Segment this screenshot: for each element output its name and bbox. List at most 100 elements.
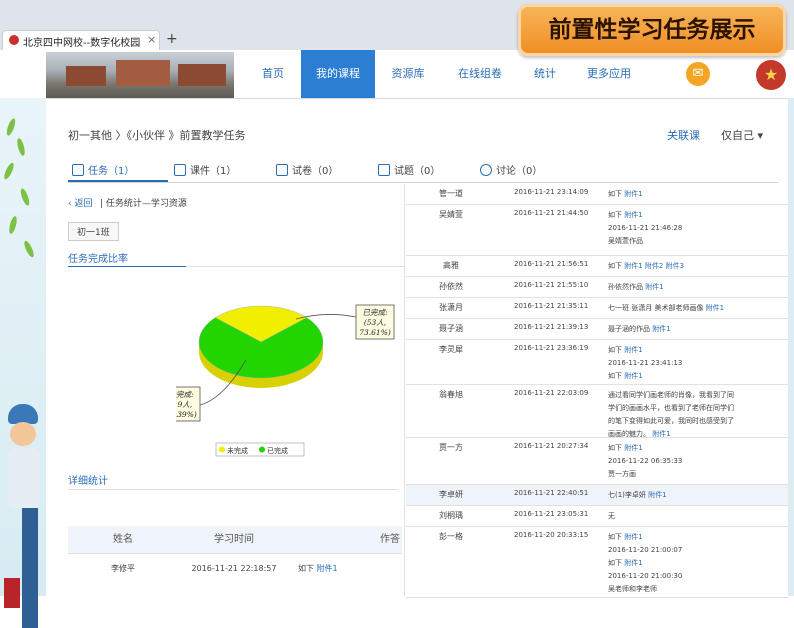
student-name: 李卓妍 [439, 490, 463, 499]
tab-questions[interactable]: 试题（0） [378, 162, 440, 177]
submit-time: 2016-11-21 22:03:09 [514, 389, 589, 397]
submission-line: 无 [608, 510, 734, 523]
submit-time: 2016-11-21 23:05:31 [514, 510, 589, 518]
message-icon[interactable]: ✉ [686, 62, 710, 86]
submission-text: 通过看同学们画老师的肖像，我看到了同学们的画画水平，也看到了老师在同学们的笔下变… [608, 391, 734, 438]
submission-text: 2016-11-22 06:35:33 [608, 457, 683, 465]
submission-text: 七一班 张潇月 美术部老师画像 [608, 304, 706, 312]
photo-building [178, 64, 226, 86]
student-name: 聂子涵 [439, 324, 463, 333]
willow-leaf [19, 187, 31, 207]
student-name: 管一道 [439, 189, 463, 198]
attachment-link[interactable]: 附件1 [652, 430, 670, 438]
right-decoration [788, 98, 794, 596]
attachment-link[interactable]: 附件1 [624, 533, 642, 541]
related-course-link[interactable]: 关联课 [667, 127, 700, 143]
cell-time: 2016-11-21 22:18:57 [191, 564, 277, 573]
attachment-link[interactable]: 附件1 [624, 211, 642, 219]
cell-answer: 如下 附件1 [290, 554, 402, 584]
attachment-link[interactable]: 附件1 [624, 559, 642, 567]
submission-line: 如下 附件1 [608, 531, 734, 544]
tab-label: 任务（1） [88, 166, 135, 177]
tab-label: 试卷（0） [292, 166, 339, 177]
tab-discussion[interactable]: 讨论（0） [480, 162, 542, 177]
submit-time: 2016-11-21 21:35:11 [514, 302, 589, 310]
class-filter-chip[interactable]: 初一1班 [68, 222, 119, 241]
attachment-link[interactable]: 附件1 [648, 491, 666, 499]
submission-text: 如下 [608, 559, 625, 567]
tab-courseware[interactable]: 课件（1） [174, 162, 236, 177]
student-name: 高雅 [443, 261, 459, 270]
submission-text: 聂子涵的作品 [608, 325, 653, 333]
student-name: 吴婧萱 [439, 210, 463, 219]
submission-content: 如下 附件1 [608, 188, 734, 201]
table-row: 聂子涵 2016-11-21 21:39:13 聂子涵的作品 附件1 [406, 319, 788, 340]
nav-resources[interactable]: 资源库 [386, 50, 430, 98]
detail-table: 姓名 学习时间 作答 李修平 2016-11-21 22:18:57 如下 附件… [68, 526, 402, 584]
header-time: 学习时间 [214, 534, 254, 545]
submission-text: 如下 [608, 444, 625, 452]
attachment-link[interactable]: 附件1 附件2 附件3 [624, 262, 684, 270]
student-name: 贾一方 [439, 443, 463, 452]
complete-label-text: (53人, [364, 318, 386, 327]
submission-line: 如下 附件1 [608, 209, 734, 222]
cell-name: 李修平 [111, 564, 135, 573]
student-name: 翁春旭 [439, 390, 463, 399]
submit-time: 2016-11-21 22:40:51 [514, 489, 589, 497]
nav-my-courses[interactable]: 我的课程 [301, 50, 375, 98]
nav-online-paper[interactable]: 在线组卷 [452, 50, 508, 98]
tab-paper[interactable]: 试卷（0） [276, 162, 338, 177]
submit-time: 2016-11-20 20:33:15 [514, 531, 589, 539]
completion-pie-chart: 已完成:(53人,73.61%) 未完成:(19人,26.39%) 未完成 已完成 [176, 304, 395, 457]
submission-content: 七(1)李卓妍 附件1 [608, 489, 734, 502]
avatar[interactable]: ★ [756, 60, 786, 90]
section-underline [68, 266, 186, 267]
attachment-link[interactable]: 附件1 [624, 346, 642, 354]
willow-leaf [7, 215, 19, 235]
submission-text: 2016-11-21 21:46:28 [608, 224, 683, 232]
attachment-link[interactable]: 附件1 [652, 325, 670, 333]
visibility-dropdown[interactable]: 仅自己 ▾ [721, 127, 763, 143]
attachment-link[interactable]: 附件1 [645, 283, 663, 291]
detail-stats-title: 详细统计 [68, 476, 108, 487]
submit-time: 2016-11-21 21:39:13 [514, 323, 589, 331]
close-tab-icon[interactable]: × [147, 33, 156, 46]
student-name: 张潇月 [439, 303, 463, 312]
browser-tab[interactable]: 北京四中网校--数字化校园 × [2, 30, 160, 50]
cartoon-boy-legs [22, 508, 38, 628]
nav-more-apps[interactable]: 更多应用 [586, 50, 632, 98]
table-row: 贾一方 2016-11-21 20:27:34 如下 附件1 2016-11-22 0… [406, 438, 788, 485]
submission-line: 七一班 张潇月 美术部老师画像 附件1 [608, 302, 734, 315]
attachment-link[interactable]: 附件1 [624, 372, 642, 380]
submission-text: 无 [608, 512, 615, 520]
school-photo [46, 52, 234, 98]
submission-text: 如下 [608, 533, 625, 541]
photo-building [116, 60, 170, 86]
nav-home[interactable]: 首页 [252, 50, 294, 98]
submission-line: 孙依然作品 附件1 [608, 281, 734, 294]
submission-text: 如下 [608, 372, 625, 380]
tab-label: 讨论（0） [496, 166, 543, 177]
submit-time: 2016-11-21 20:27:34 [514, 442, 589, 450]
table-row: 李灵犀 2016-11-21 23:36:19 如下 附件1 2016-11-21 2… [406, 340, 788, 385]
submit-time: 2016-11-21 23:36:19 [514, 344, 589, 352]
cube-icon [174, 164, 186, 176]
attachment-link[interactable]: 附件1 [624, 444, 642, 452]
submission-content: 如下 附件1 2016-11-21 21:46:28 吴婧萱作品 [608, 209, 734, 248]
tab-task[interactable]: 任务（1） [72, 162, 134, 177]
new-tab-icon[interactable]: + [166, 31, 178, 47]
submit-time: 2016-11-21 21:44:50 [514, 209, 589, 217]
student-name: 彭一格 [439, 532, 463, 541]
nav-statistics[interactable]: 统计 [530, 50, 560, 98]
submission-line: 2016-11-21 21:46:28 [608, 222, 734, 235]
submission-text: 如下 [608, 211, 625, 219]
paper-icon [276, 164, 288, 176]
willow-leaf [2, 161, 16, 181]
submission-line: 七(1)李卓妍 附件1 [608, 489, 734, 502]
attachment-link[interactable]: 附件1 [706, 304, 724, 312]
attachment-link[interactable]: 附件1 [624, 190, 642, 198]
attachment-link[interactable]: 附件1 [317, 564, 338, 573]
table-row: 刘桐瑀 2016-11-21 23:05:31 无 [406, 506, 788, 527]
breadcrumb[interactable]: 初一其他 〉《小伙伴 》前置教学任务 [68, 127, 246, 143]
back-link[interactable]: ‹ 返回 [68, 196, 92, 209]
